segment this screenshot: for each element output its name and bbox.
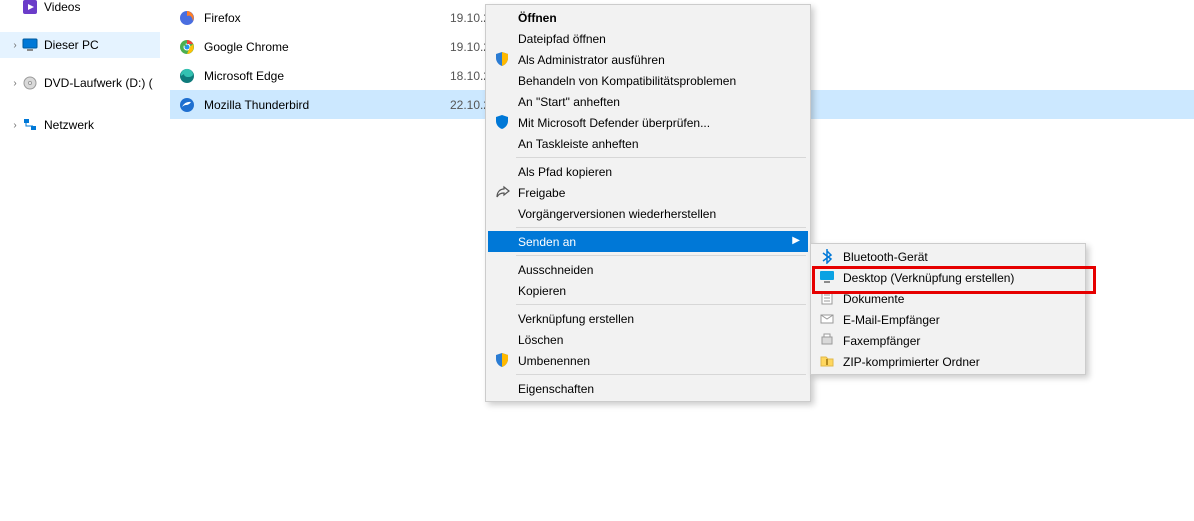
menu-pin-start[interactable]: An "Start" anheften [488, 91, 808, 112]
separator [516, 255, 806, 256]
shield-icon [494, 51, 510, 67]
share-icon [494, 184, 510, 200]
menu-copy-path[interactable]: Als Pfad kopieren [488, 161, 808, 182]
menu-share[interactable]: Freigabe [488, 182, 808, 203]
tree-label: DVD-Laufwerk (D:) ( [44, 76, 153, 90]
file-name: Mozilla Thunderbird [204, 98, 450, 112]
shield-icon [494, 352, 510, 368]
sendto-documents[interactable]: Dokumente [813, 288, 1083, 309]
defender-icon [494, 114, 510, 130]
menu-create-shortcut[interactable]: Verknüpfung erstellen [488, 308, 808, 329]
desktop-icon [819, 269, 835, 285]
menu-restore[interactable]: Vorgängerversionen wiederherstellen [488, 203, 808, 224]
separator [516, 374, 806, 375]
menu-send-to[interactable]: Senden an ▶ [488, 231, 808, 252]
dvd-icon [22, 75, 38, 91]
menu-defender[interactable]: Mit Microsoft Defender überprüfen... [488, 112, 808, 133]
mail-icon [819, 311, 835, 327]
chevron-icon: › [8, 78, 22, 89]
menu-copy[interactable]: Kopieren [488, 280, 808, 301]
bluetooth-icon [819, 248, 835, 264]
fax-icon [819, 332, 835, 348]
sendto-submenu: Bluetooth-Gerät Desktop (Verknüpfung ers… [810, 243, 1086, 375]
chevron-icon: › [8, 40, 22, 51]
menu-pin-taskbar[interactable]: An Taskleiste anheften [488, 133, 808, 154]
separator [516, 227, 806, 228]
videos-icon [22, 0, 38, 15]
firefox-icon [178, 9, 196, 27]
chevron-icon: › [8, 120, 22, 131]
edge-icon [178, 67, 196, 85]
tree-label: Dieser PC [44, 38, 99, 52]
menu-properties[interactable]: Eigenschaften [488, 378, 808, 399]
submenu-arrow-icon: ▶ [792, 235, 800, 246]
menu-run-admin[interactable]: Als Administrator ausführen [488, 49, 808, 70]
tree-item-this-pc[interactable]: › Dieser PC [0, 32, 160, 58]
menu-open[interactable]: Öffnen [488, 7, 808, 28]
nav-tree: Videos › Dieser PC › DVD-Laufwerk (D:) (… [0, 0, 160, 521]
file-name: Firefox [204, 11, 450, 25]
file-name: Microsoft Edge [204, 69, 450, 83]
menu-compat[interactable]: Behandeln von Kompatibilitätsproblemen [488, 70, 808, 91]
zip-icon [819, 353, 835, 369]
tree-item-videos[interactable]: Videos [0, 0, 160, 20]
pc-icon [22, 37, 38, 53]
context-menu: Öffnen Dateipfad öffnen Als Administrato… [485, 4, 811, 402]
sendto-mail[interactable]: E-Mail-Empfänger [813, 309, 1083, 330]
file-name: Google Chrome [204, 40, 450, 54]
menu-open-path[interactable]: Dateipfad öffnen [488, 28, 808, 49]
separator [516, 157, 806, 158]
menu-cut[interactable]: Ausschneiden [488, 259, 808, 280]
sendto-zip[interactable]: ZIP-komprimierter Ordner [813, 351, 1083, 372]
document-icon [819, 290, 835, 306]
sendto-bluetooth[interactable]: Bluetooth-Gerät [813, 246, 1083, 267]
tree-label: Netzwerk [44, 118, 94, 132]
sendto-desktop[interactable]: Desktop (Verknüpfung erstellen) [813, 267, 1083, 288]
tree-item-network[interactable]: › Netzwerk [0, 112, 160, 138]
network-icon [22, 117, 38, 133]
tree-item-dvd[interactable]: › DVD-Laufwerk (D:) ( [0, 70, 160, 96]
tree-label: Videos [44, 0, 80, 14]
chrome-icon [178, 38, 196, 56]
thunderbird-icon [178, 96, 196, 114]
separator [516, 304, 806, 305]
menu-rename[interactable]: Umbenennen [488, 350, 808, 371]
sendto-fax[interactable]: Faxempfänger [813, 330, 1083, 351]
menu-delete[interactable]: Löschen [488, 329, 808, 350]
